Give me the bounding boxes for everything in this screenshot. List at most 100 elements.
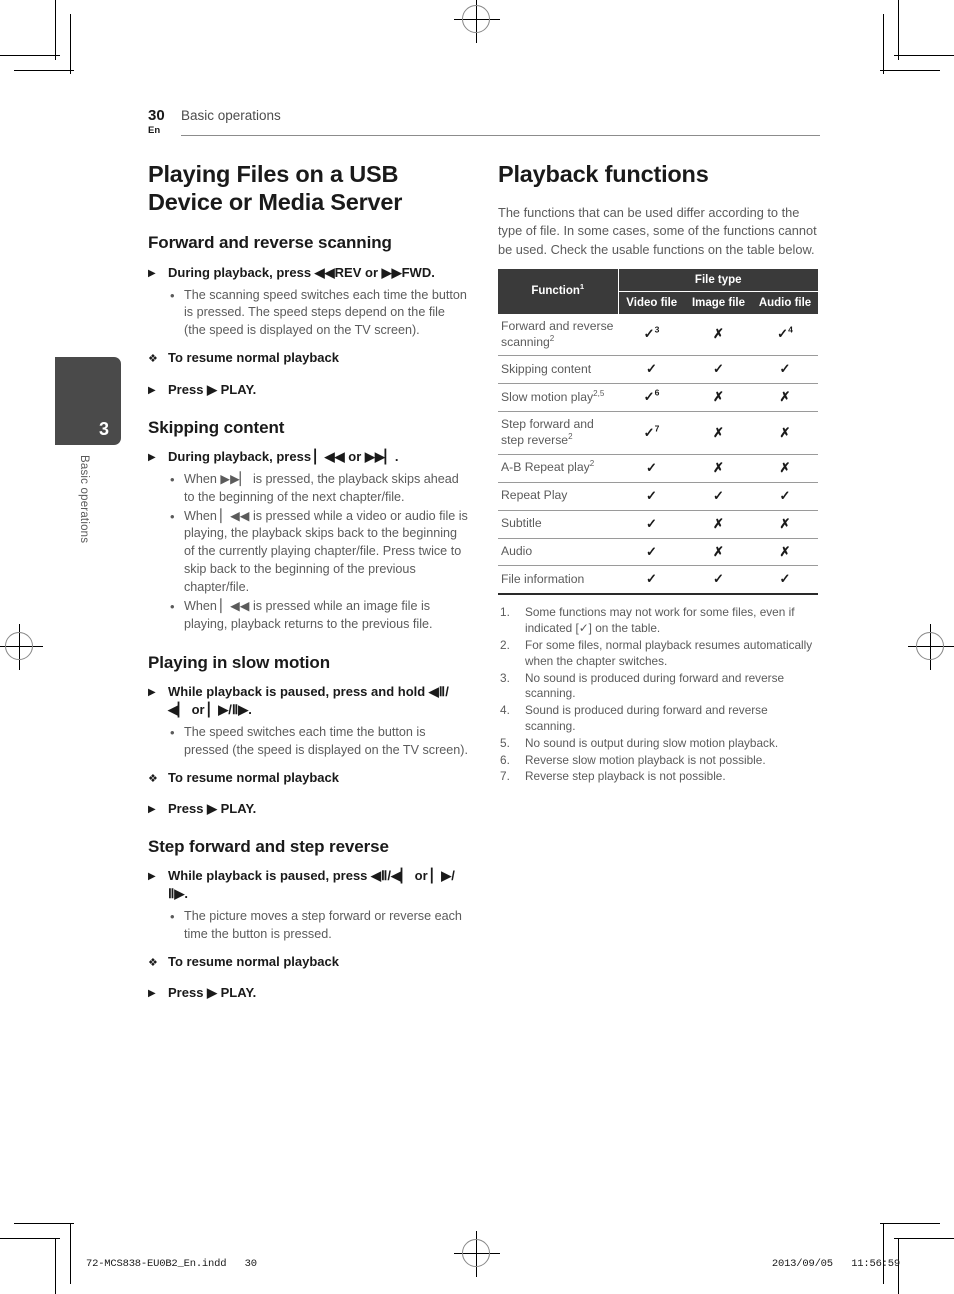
table-cell-video: ✓ (618, 565, 685, 596)
table-subheader-image-file: Image file (685, 291, 752, 314)
footer-timestamp: 2013/09/05 11:56:59 (771, 1258, 900, 1270)
step-text: To resume normal playback (168, 953, 339, 969)
table-cell-video: ✓ (618, 355, 685, 385)
table-cell-audio: ✗ (752, 510, 819, 539)
table-cell-video: ✓7 (618, 411, 685, 455)
document-page: 30 Basic operations En 3 Basic operation… (0, 0, 954, 1294)
bullet-item: • The speed switches each time the butto… (148, 724, 468, 760)
footnote-ref: 1 (579, 282, 585, 292)
crop-mark-tr2-v (883, 14, 884, 74)
crop-mark-bl-h (0, 1238, 60, 1239)
table-cell-video: ✓ (618, 510, 685, 539)
step-item: ❖ To resume normal playback (148, 769, 468, 788)
table-cell-function-name: Forward and reverse scanning2 (498, 313, 618, 357)
table-cell-video: ✓ (618, 482, 685, 511)
table-row: A-B Repeat play2 ✓ ✗ ✗ (498, 454, 819, 483)
step-item: ❖ To resume normal playback (148, 953, 468, 972)
footnote-item: Reverse slow motion playback is not poss… (500, 752, 766, 769)
table-cell-audio: ✓4 (752, 313, 819, 357)
dot-bullet-icon: • (170, 724, 175, 740)
table-subheader-video-file: Video file (618, 291, 685, 314)
table-cell-function-name: File information (498, 565, 618, 596)
section-heading-playing-in-slow-motion: Playing in slow motion (148, 652, 330, 672)
table-cell-image: ✗ (685, 510, 752, 539)
intro-paragraph: The functions that can be used differ ac… (498, 205, 817, 257)
table-cell-function-name: Step forward and step reverse2 (498, 411, 618, 455)
crop-mark-br2-v (883, 1224, 884, 1284)
registration-mark-right (908, 624, 954, 670)
table-cell-image: ✗ (685, 454, 752, 483)
step-item: ▶ Press ▶ PLAY. (148, 984, 468, 1002)
step-item: ▶ While playback is paused, press and ho… (148, 683, 468, 719)
table-header-file-type: File type (618, 268, 819, 292)
table-cell-image: ✗ (685, 538, 752, 567)
triangle-bullet-icon: ▶ (148, 804, 156, 816)
bullet-text: The speed switches each time the button … (184, 724, 468, 757)
table-row: Audio ✓ ✗ ✗ (498, 538, 819, 567)
diamond-bullet-icon: ❖ (148, 772, 158, 785)
bullet-text: The scanning speed switches each time th… (184, 287, 467, 338)
footnote-ref: 2 (568, 431, 573, 441)
chapter-number: 3 (98, 419, 109, 439)
page-number: 30 (148, 107, 165, 124)
table-cell-audio: ✓ (752, 355, 819, 385)
registration-mark-top (454, 0, 500, 43)
playback-functions-table: Function1 File type Video file Image fil… (498, 268, 819, 596)
footnote-item: No sound is output during slow motion pl… (500, 735, 779, 752)
dot-bullet-icon: • (170, 471, 175, 487)
step-item: ▶ While playback is paused, press ◀Ⅱ/◀▏ … (148, 867, 468, 903)
triangle-bullet-icon: ▶ (148, 267, 156, 279)
table-cell-function-name: Audio (498, 538, 618, 567)
table-row: Subtitle ✓ ✗ ✗ (498, 510, 819, 539)
table-cell-image: ✓ (685, 565, 752, 596)
diamond-bullet-icon: ❖ (148, 956, 158, 969)
table-row: File information ✓ ✓ ✓ (498, 565, 819, 596)
footnote-item: Sound is produced during forward and rev… (500, 703, 768, 733)
step-item: ▶ During playback, press ◀◀REV or ▶▶FWD. (148, 264, 468, 282)
dot-bullet-icon: • (170, 287, 175, 303)
bullet-item: • When ▏◀◀ is pressed while an image fil… (148, 598, 468, 634)
crop-mark-tr2-h (880, 70, 940, 71)
crop-mark-bl2-h (14, 1223, 74, 1224)
dot-bullet-icon: • (170, 598, 175, 614)
table-cell-function-name: Repeat Play (498, 482, 618, 511)
table-cell-image: ✗ (685, 411, 752, 455)
running-head: 30 Basic operations En (148, 107, 820, 136)
triangle-bullet-icon: ▶ (148, 871, 156, 883)
table-header-function: Function1 (498, 268, 619, 314)
crop-mark-tr-h (894, 55, 954, 56)
table-cell-image: ✗ (685, 313, 752, 357)
crop-mark-tl2-v (70, 14, 71, 74)
triangle-bullet-icon: ▶ (148, 451, 156, 463)
step-item: ▶ Press ▶ PLAY. (148, 381, 468, 399)
table-cell-function-name: Skipping content (498, 355, 618, 385)
crop-mark-tl-h (0, 55, 60, 56)
footnote-item: For some files, normal playback resumes … (500, 637, 813, 668)
table-row: Repeat Play ✓ ✓ ✓ (498, 482, 819, 511)
step-text: While playback is paused, press ◀Ⅱ/◀▏ or… (168, 868, 455, 902)
registration-mark-bottom (454, 1231, 500, 1277)
table-cell-audio: ✗ (752, 383, 819, 413)
step-text: To resume normal playback (168, 350, 339, 366)
step-item: ❖ To resume normal playback (148, 349, 468, 368)
step-text: While playback is paused, press and hold… (168, 683, 449, 717)
footnote-ref: 2,5 (593, 388, 605, 398)
footnote-ref: 6 (654, 387, 660, 398)
table-cell-audio: ✓ (752, 565, 819, 596)
left-column: Playing Files on a USB Device or Media S… (148, 160, 468, 1007)
right-column: Playback functions The functions that ca… (498, 160, 819, 786)
crop-mark-tl2-h (14, 70, 74, 71)
table-row: Forward and reverse scanning2 ✓3 ✗ ✓4 (498, 313, 819, 357)
registration-mark-left (0, 624, 43, 670)
triangle-bullet-icon: ▶ (148, 686, 156, 698)
bullet-item: • The scanning speed switches each time … (148, 287, 468, 341)
footnote-ref: 7 (654, 423, 660, 434)
table-cell-video: ✓ (618, 454, 685, 483)
table-cell-audio: ✗ (752, 538, 819, 567)
bullet-item: • When ▏◀◀ is pressed while a video or a… (148, 508, 468, 597)
section-title-playback-functions: Playback functions (498, 161, 709, 187)
bullet-item: • The picture moves a step forward or re… (148, 908, 468, 944)
footer-filename: 72-MCS838-EU0B2_En.indd 30 (86, 1258, 257, 1270)
crop-mark-br2-h (880, 1223, 940, 1224)
table-cell-audio: ✗ (752, 454, 819, 483)
